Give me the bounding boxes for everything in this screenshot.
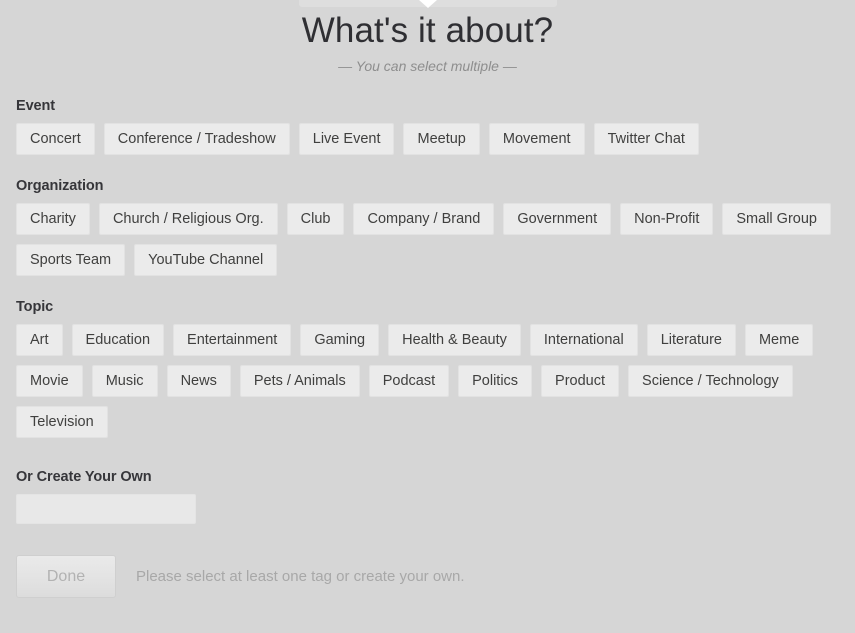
popover-notch-icon [418, 0, 437, 8]
tag-option[interactable]: Podcast [368, 365, 450, 397]
popover-topbar [0, 0, 855, 8]
tag-option[interactable]: Sports Team [16, 244, 126, 276]
tag-option[interactable]: Charity [16, 203, 90, 235]
tag-option[interactable]: Twitter Chat [593, 123, 699, 155]
tag-option[interactable]: YouTube Channel [134, 244, 278, 276]
header: What's it about? — You can select multip… [0, 0, 855, 75]
create-tag-input[interactable] [16, 494, 196, 524]
tag-option[interactable]: Church / Religious Org. [98, 203, 278, 235]
section-create-your-own: Or Create Your Own [16, 469, 839, 524]
tag-option[interactable]: Government [503, 203, 612, 235]
section-topic: Topic Art Education Entertainment Gaming… [16, 299, 839, 438]
section-heading-event: Event [16, 98, 55, 114]
footer: Done Please select at least one tag or c… [16, 555, 839, 598]
page-title: What's it about? [301, 11, 554, 50]
section-heading-create-your-own: Or Create Your Own [16, 469, 152, 485]
tag-option[interactable]: Product [541, 365, 620, 397]
tag-option[interactable]: Non-Profit [620, 203, 714, 235]
tag-option[interactable]: Movement [488, 123, 585, 155]
tag-option[interactable]: Gaming [300, 324, 380, 356]
tag-option[interactable]: Television [16, 406, 108, 438]
tag-option[interactable]: Art [16, 324, 63, 356]
tag-option[interactable]: Club [286, 203, 345, 235]
tag-option[interactable]: Concert [16, 123, 95, 155]
tag-option[interactable]: Education [71, 324, 165, 356]
tag-option[interactable]: Pets / Animals [239, 365, 360, 397]
tag-option[interactable]: Literature [646, 324, 736, 356]
tag-option[interactable]: Meme [744, 324, 814, 356]
tag-option[interactable]: Entertainment [173, 324, 292, 356]
tag-option[interactable]: Music [91, 365, 158, 397]
tag-list-topic: Art Education Entertainment Gaming Healt… [16, 324, 839, 438]
tag-option[interactable]: Science / Technology [628, 365, 793, 397]
tag-option[interactable]: International [529, 324, 638, 356]
tag-option[interactable]: Company / Brand [353, 203, 495, 235]
tag-option[interactable]: Politics [458, 365, 533, 397]
tag-option[interactable]: Meetup [403, 123, 480, 155]
section-organization: Organization Charity Church / Religious … [16, 178, 839, 276]
tag-option[interactable]: Small Group [722, 203, 831, 235]
tag-option[interactable]: Health & Beauty [388, 324, 521, 356]
page-subtitle: — You can select multiple — [338, 58, 517, 74]
section-heading-organization: Organization [16, 178, 104, 194]
tag-option[interactable]: Conference / Tradeshow [103, 123, 290, 155]
tag-list-organization: Charity Church / Religious Org. Club Com… [16, 203, 839, 276]
section-heading-topic: Topic [16, 299, 54, 315]
section-event: Event Concert Conference / Tradeshow Liv… [16, 98, 839, 155]
tag-option[interactable]: Movie [16, 365, 83, 397]
tag-option[interactable]: Live Event [298, 123, 395, 155]
tag-picker-page: What's it about? — You can select multip… [0, 0, 855, 633]
content: Event Concert Conference / Tradeshow Liv… [0, 98, 855, 598]
done-button[interactable]: Done [16, 555, 116, 598]
validation-hint: Please select at least one tag or create… [136, 568, 465, 585]
tag-list-event: Concert Conference / Tradeshow Live Even… [16, 123, 839, 155]
tag-option[interactable]: News [166, 365, 231, 397]
